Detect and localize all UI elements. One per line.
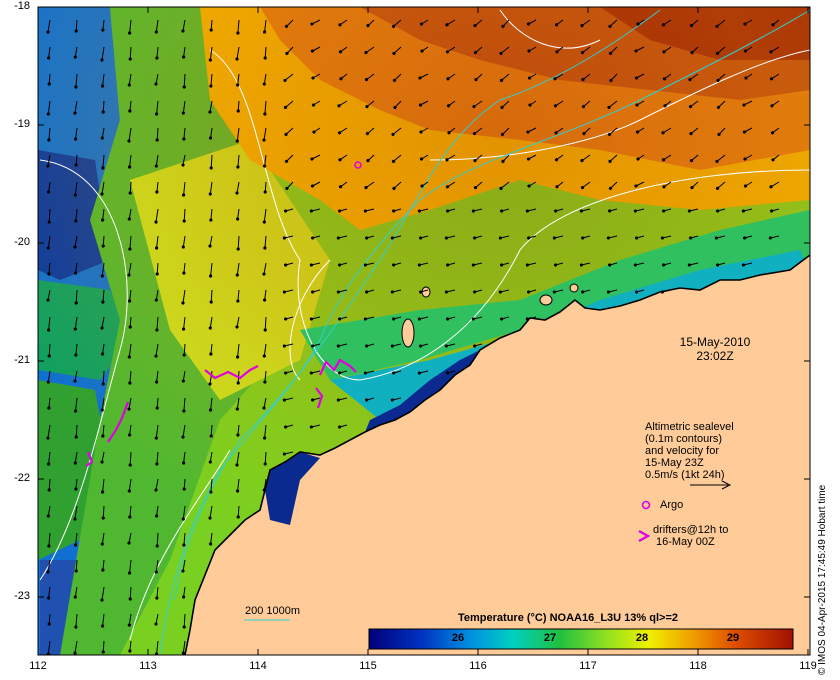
bathy-legend-label: 200 1000m — [245, 605, 301, 617]
y-tick-label: -18 — [14, 0, 30, 12]
y-tick-label: -23 — [14, 590, 30, 602]
alt-line: Altimetric sealevel — [645, 421, 734, 433]
y-tick-label: -22 — [14, 472, 30, 484]
colorbar-tick: 29 — [726, 632, 740, 644]
drifter-line: drifters@12h to — [653, 524, 729, 536]
alt-line: 0.5m/s (1kt 24h) — [645, 469, 725, 481]
x-tick-label: 113 — [139, 660, 157, 672]
colorbar-tick: 28 — [635, 632, 649, 644]
timestamp-block: 15-May-2010 23:02Z — [660, 335, 770, 363]
drifter-legend-label: drifters@12h to 16-May 00Z — [653, 524, 728, 548]
y-tick-label: -20 — [14, 236, 30, 248]
x-tick-label: 114 — [249, 660, 267, 672]
x-tick-label: 116 — [469, 660, 487, 672]
colorbar-title: Temperature (°C) NOAA16_L3U 13% ql>=2 — [458, 612, 678, 624]
island-barrow — [401, 318, 415, 348]
y-tick-label: -19 — [14, 118, 30, 130]
alt-line: and velocity for — [645, 445, 719, 457]
date-text: 15-May-2010 — [679, 335, 751, 349]
x-tick-label: 112 — [29, 660, 47, 672]
credit-text: © IMOS 04-Apr-2015 17:45:49 Hobart time — [817, 484, 828, 675]
argo-legend-label: Argo — [660, 499, 684, 511]
x-tick-label: 115 — [359, 660, 377, 672]
x-tick-label: 117 — [579, 660, 597, 672]
drifter-line: 16-May 00Z — [656, 536, 715, 548]
alt-line: (0.1m contours) — [645, 433, 723, 445]
time-text: 23:02Z — [696, 349, 734, 363]
altimetry-legend: Altimetric sealevel (0.1m contours) and … — [645, 421, 805, 481]
colorbar-tick: 27 — [543, 632, 557, 644]
alt-line: 15-May 23Z — [645, 457, 704, 469]
y-tick-label: -21 — [14, 354, 30, 366]
colorbar-tick: 26 — [451, 632, 465, 644]
x-tick-label: 118 — [689, 660, 707, 672]
